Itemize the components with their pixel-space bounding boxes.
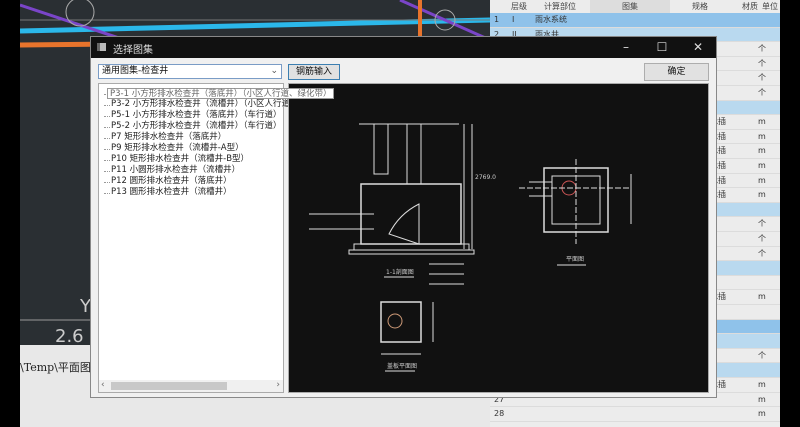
tree-connector: [104, 160, 110, 161]
tree-item[interactable]: P11 小圆形排水检查井（流槽井）: [111, 165, 240, 176]
atlas-select-value: 通用图集-检查井: [102, 66, 169, 76]
tree-connector: [104, 171, 110, 172]
select-atlas-dialog: 选择图集 – ☐ ✕ 通用图集-检查井 ⌄ 钢筋输入 确定 P3-1 小方形排水检…: [90, 36, 717, 398]
cell-unit: 个: [758, 219, 766, 229]
cell-unit: 个: [758, 44, 766, 54]
cell-unit: m: [758, 380, 766, 389]
cell-unit: 个: [758, 248, 766, 258]
tree-connector: [104, 149, 110, 150]
app-icon: [97, 43, 106, 51]
cell-unit: m: [758, 394, 766, 404]
column-header[interactable]: 规格: [670, 0, 730, 13]
maximize-button[interactable]: ☐: [647, 39, 677, 56]
cover-plan-title: 盖板平面图: [387, 362, 417, 370]
cell-unit: m: [758, 409, 766, 419]
dialog-title: 选择图集: [113, 45, 153, 56]
tree-connector: [104, 116, 110, 117]
rebar-input-button[interactable]: 钢筋输入: [288, 64, 340, 80]
horizontal-scrollbar[interactable]: ‹ ›: [99, 380, 283, 392]
column-header[interactable]: 层级: [508, 0, 530, 13]
tree-item[interactable]: P3-1 小方形排水检查井（落底井）（小区人行道、绿化带）: [107, 88, 335, 99]
table-row[interactable]: 28 m: [490, 407, 780, 422]
file-path: \Temp\平面图: [20, 361, 91, 374]
cell-part: 雨水系统: [535, 15, 567, 24]
cell-unit: m: [758, 131, 766, 141]
column-header[interactable]: 计算部位: [530, 0, 590, 13]
tree-connector: [104, 193, 110, 194]
scroll-left-icon[interactable]: ‹: [101, 380, 105, 390]
tree-item[interactable]: P5-1 小方形排水检查井（落底井）（车行道）: [111, 110, 281, 121]
scroll-right-icon[interactable]: ›: [276, 380, 280, 390]
minimize-button[interactable]: –: [611, 39, 641, 56]
tree-connector: [104, 105, 110, 106]
tree-connector: [104, 182, 110, 183]
column-header[interactable]: 单位: [760, 0, 780, 13]
cell-unit: 个: [758, 88, 766, 97]
tree-connector: [104, 127, 110, 128]
tree-item[interactable]: P10 矩形排水检查井（流槽井-B型）: [111, 154, 249, 165]
atlas-select[interactable]: 通用图集-检查井 ⌄: [98, 64, 282, 79]
cell-unit: m: [758, 190, 766, 200]
column-header[interactable]: 图集: [590, 0, 670, 13]
cell-unit: 个: [758, 234, 766, 243]
ok-button[interactable]: 确定: [644, 63, 709, 81]
tree-item[interactable]: P12 圆形排水检查井（落底井）: [111, 176, 232, 187]
cell-unit: m: [758, 161, 766, 170]
cell-level: I: [512, 15, 515, 24]
close-button[interactable]: ✕: [683, 39, 713, 56]
cell-num: 1: [494, 15, 500, 24]
tree-item[interactable]: P5-2 小方形排水检查井（流槽井）（车行道）: [111, 121, 281, 132]
section-height-dim: 2769.0: [475, 174, 496, 181]
plan-title: 平面图: [566, 256, 584, 263]
cell-unit: m: [758, 292, 766, 302]
scrollbar-thumb[interactable]: [111, 382, 227, 390]
cell-unit: m: [758, 117, 766, 127]
cell-unit: 个: [758, 58, 766, 68]
cell-num: 28: [494, 409, 505, 419]
cell-unit: m: [758, 146, 766, 156]
tree-item[interactable]: P7 矩形排水检查井（落底井）: [111, 132, 226, 143]
tree-connector: [104, 138, 110, 139]
drawing-preview: 2769.0 1-1剖面图 平面图 盖板平面图: [288, 83, 709, 393]
cell-unit: 个: [758, 73, 766, 83]
tree-item[interactable]: P13 圆形排水检查井（流槽井）: [111, 187, 232, 198]
dialog-title-bar[interactable]: 选择图集 – ☐ ✕: [91, 37, 716, 58]
tree-item[interactable]: P9 矩形排水检查井（流槽井-A型）: [111, 143, 244, 154]
section-title: 1-1剖面图: [386, 268, 414, 276]
cell-unit: m: [758, 175, 766, 185]
table-row[interactable]: 1 I 雨水系统: [490, 13, 780, 28]
atlas-tree[interactable]: P3-1 小方形排水检查井（落底井）（小区人行道、绿化带） P3-2 小方形排水检…: [98, 83, 335, 393]
chevron-down-icon: ⌄: [270, 66, 278, 76]
cell-unit: 个: [758, 350, 766, 360]
cad-label-value: 2.6: [55, 326, 84, 345]
